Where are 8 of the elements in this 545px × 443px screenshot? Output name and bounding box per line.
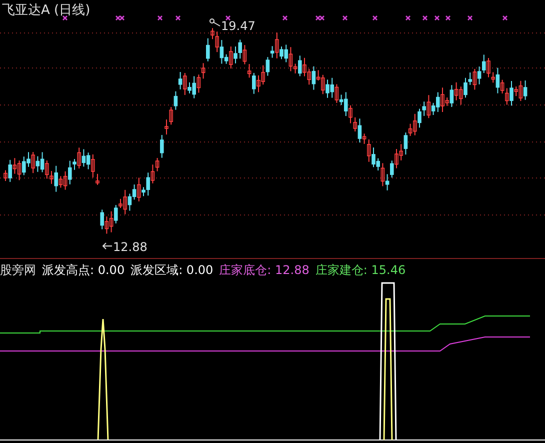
- low-price-label: 12.88: [113, 240, 148, 254]
- indicator-value: 庄家建仓: 15.46: [315, 262, 406, 279]
- indicator-name: 股旁网: [0, 262, 36, 279]
- indicator-value: 庄家底仓: 12.88: [219, 262, 310, 279]
- high-price-label: 19.47: [221, 19, 256, 33]
- chart-title: 飞亚达A (日线): [2, 2, 90, 19]
- indicator-value: 派发区域: 0.00: [130, 262, 214, 279]
- indicator-value: 派发高点: 0.00: [42, 262, 125, 279]
